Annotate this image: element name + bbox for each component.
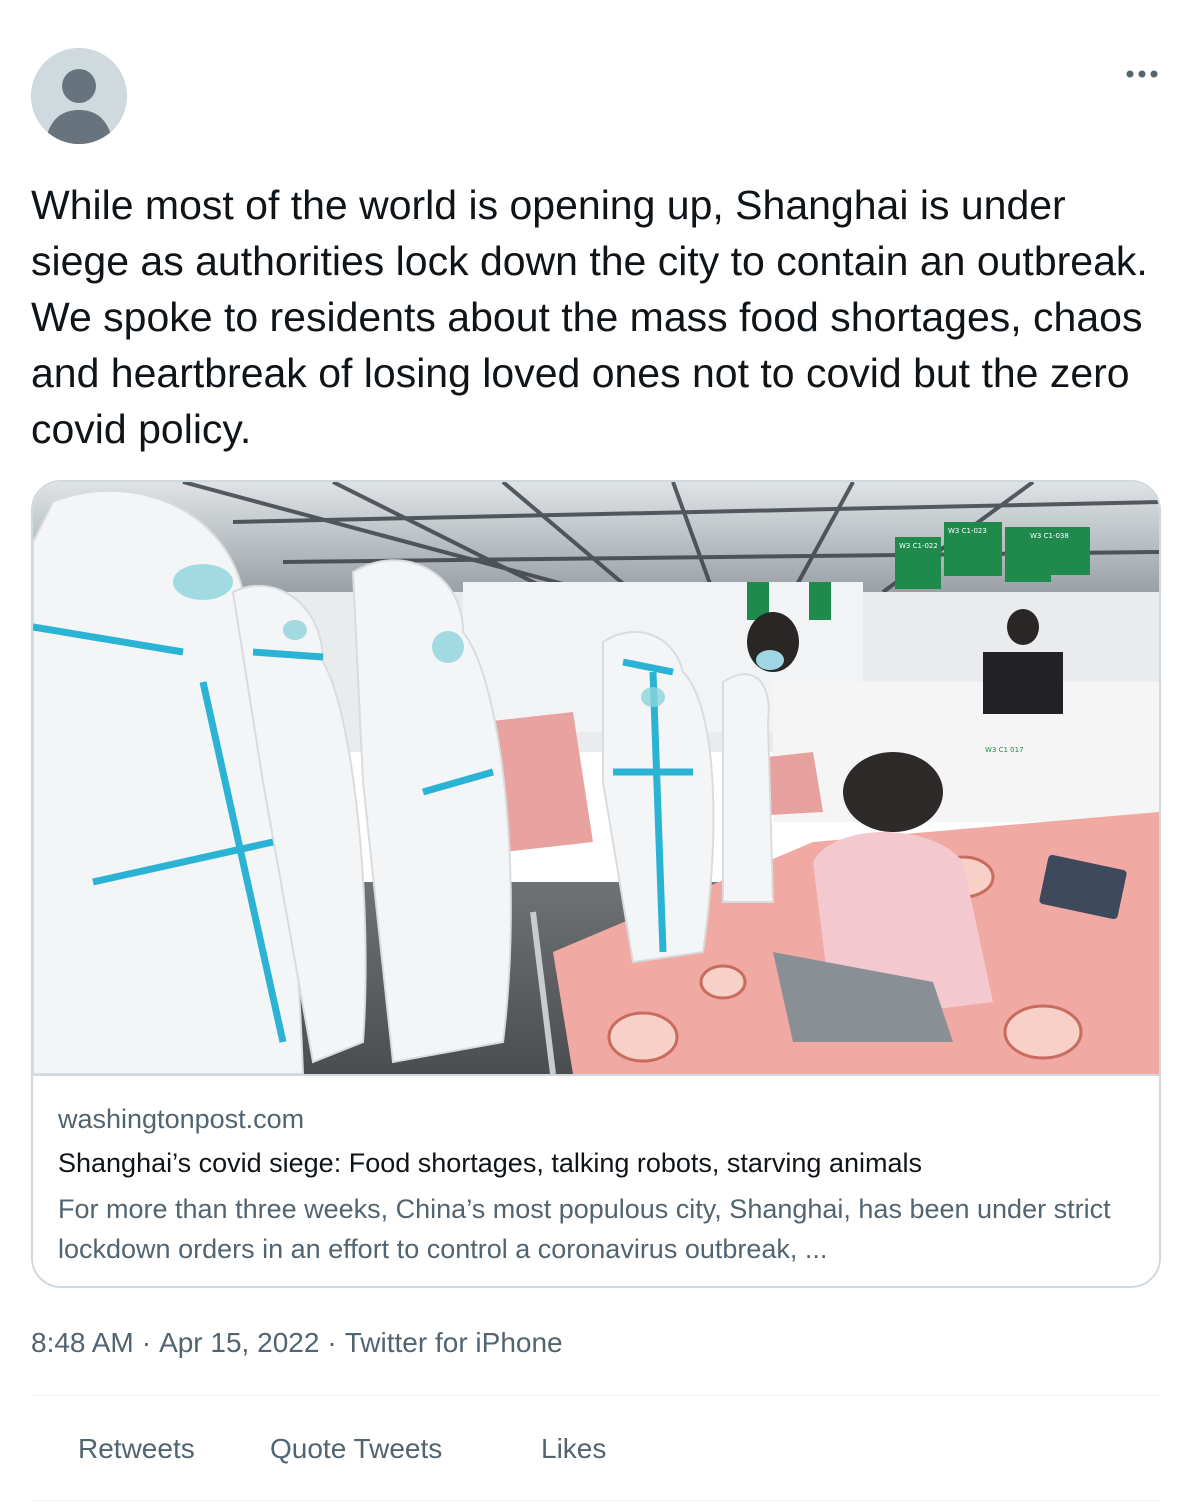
link-card[interactable]: W3 C1-022 W3 C1-023 W3 C1-038 W3 C1 017 bbox=[31, 480, 1161, 1288]
retweets-link[interactable]: Retweets bbox=[78, 1430, 195, 1468]
meta-separator: · bbox=[141, 1327, 152, 1358]
photo-medical-staff-in-quarantine-hall: W3 C1-022 W3 C1-023 W3 C1-038 W3 C1 017 bbox=[33, 482, 1159, 1074]
likes-link[interactable]: Likes bbox=[541, 1430, 606, 1468]
quote-tweets-link[interactable]: Quote Tweets bbox=[270, 1430, 442, 1468]
sign-label: W3 C1-038 bbox=[1030, 532, 1069, 540]
tweet-source[interactable]: Twitter for iPhone bbox=[345, 1327, 563, 1358]
tweet-meta: 8:48 AM · Apr 15, 2022 · Twitter for iPhone bbox=[31, 1325, 563, 1361]
card-image: W3 C1-022 W3 C1-023 W3 C1-038 W3 C1 017 bbox=[33, 482, 1159, 1076]
tweet-time[interactable]: 8:48 AM bbox=[31, 1327, 134, 1358]
default-user-avatar-icon bbox=[31, 48, 127, 144]
more-horizontal-icon bbox=[1126, 70, 1158, 78]
card-domain: washingtonpost.com bbox=[58, 1104, 305, 1134]
sign-label: W3 C1-022 bbox=[899, 542, 938, 550]
more-options-button[interactable] bbox=[1118, 56, 1166, 92]
sign-label: W3 C1-023 bbox=[948, 527, 987, 535]
avatar[interactable] bbox=[31, 48, 127, 144]
sign-label: W3 C1 017 bbox=[985, 746, 1024, 754]
tweet-date[interactable]: Apr 15, 2022 bbox=[159, 1327, 319, 1358]
card-description: For more than three weeks, China’s most … bbox=[58, 1194, 1111, 1264]
divider bbox=[31, 1500, 1161, 1501]
card-title: Shanghai’s covid siege: Food shortages, … bbox=[58, 1148, 922, 1178]
tweet-text: While most of the world is opening up, S… bbox=[31, 182, 1160, 452]
divider bbox=[31, 1395, 1161, 1396]
meta-separator: · bbox=[327, 1327, 337, 1358]
